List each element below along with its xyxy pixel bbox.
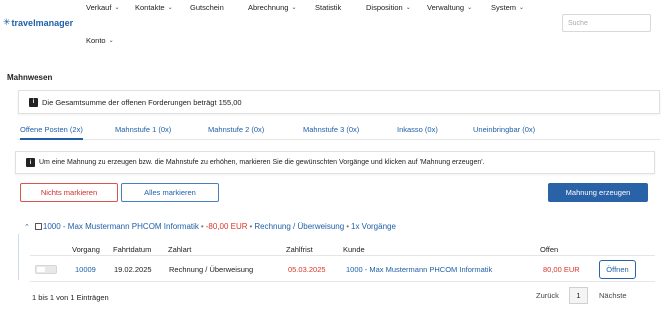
- column-header-zahlfrist: Zahlfrist: [286, 245, 313, 254]
- dunning-tabs: Offene Posten (2x) Mahnstufe 1 (0x) Mahn…: [18, 122, 660, 140]
- chevron-down-icon: ⌄: [467, 5, 473, 11]
- search-input[interactable]: [562, 14, 651, 32]
- nav-item-label: System: [491, 3, 517, 12]
- table-divider: [30, 281, 655, 282]
- total-info-text: Die Gesamtsumme der offenen Forderungen …: [42, 97, 242, 107]
- nav-item-label: Abrechnung: [248, 3, 289, 12]
- logo[interactable]: ✳ travelmanager: [3, 17, 73, 28]
- total-info-box: i Die Gesamtsumme der offenen Forderunge…: [18, 90, 660, 114]
- info-icon: i: [29, 97, 38, 107]
- toggle-knob: [37, 267, 45, 272]
- pagination-next[interactable]: Nächste: [599, 287, 627, 304]
- nav-item-abrechnung[interactable]: Abrechnung ⌄: [248, 3, 296, 12]
- logo-mark-icon: ✳: [3, 17, 11, 27]
- entries-count: 1 bis 1 von 1 Einträgen: [32, 293, 109, 302]
- nav-item-label: Kontakte: [135, 3, 165, 12]
- chevron-down-icon: ⌄: [167, 5, 173, 11]
- column-header-fahrtdatum: Fahrtdatum: [113, 245, 152, 254]
- nav-item-verkauf[interactable]: Verkauf ⌄: [86, 3, 119, 12]
- nav-item-verwaltung[interactable]: Verwaltung ⌄: [427, 3, 472, 12]
- chevron-down-icon: ⌄: [519, 5, 525, 11]
- group-indicator-line: [18, 234, 19, 280]
- deselect-all-button[interactable]: Nichts markieren: [20, 183, 118, 202]
- chevron-down-icon: ⌄: [405, 5, 411, 11]
- nav-item-label: Disposition: [366, 3, 403, 12]
- chevron-down-icon: ⌄: [114, 5, 120, 11]
- select-all-button[interactable]: Alles markieren: [121, 183, 219, 202]
- open-button[interactable]: Öffnen: [599, 260, 636, 279]
- column-header-offen: Offen: [540, 245, 559, 254]
- nav-item-label: Verkauf: [86, 3, 112, 12]
- main-navigation: Verkauf ⌄ Kontakte ⌄ Gutschein Abrechnung ⌄…: [86, 3, 566, 47]
- column-header-kunde: Kunde: [343, 245, 365, 254]
- separator: •: [200, 222, 204, 231]
- nav-item-label: Konto: [86, 36, 106, 45]
- nav-item-statistik[interactable]: Statistik: [315, 3, 341, 12]
- customer-group-header[interactable]: ⌃ 1000 - Max Mustermann PHCOM Informatik…: [24, 222, 396, 231]
- tab-offene-posten[interactable]: Offene Posten (2x): [20, 125, 83, 140]
- pagination-page-1[interactable]: 1: [569, 287, 588, 304]
- tab-mahnstufe-2[interactable]: Mahnstufe 2 (0x): [208, 125, 264, 140]
- info-icon: i: [26, 158, 35, 167]
- column-header-zahlart: Zahlart: [168, 245, 192, 254]
- table-divider: [30, 255, 655, 256]
- nav-item-system[interactable]: System ⌄: [491, 3, 524, 12]
- group-customer: 1000 - Max Mustermann PHCOM Informatik: [42, 222, 199, 231]
- row-zahlfrist: 05.03.2025: [288, 265, 326, 274]
- row-zahlart: Rechnung / Überweisung: [169, 265, 254, 274]
- nav-item-gutschein[interactable]: Gutschein: [190, 3, 224, 12]
- page-title: Mahnwesen: [7, 73, 53, 82]
- create-dunning-button[interactable]: Mahnung erzeugen: [548, 183, 648, 202]
- nav-item-label: Verwaltung: [427, 3, 465, 12]
- column-header-vorgang: Vorgang: [72, 245, 100, 254]
- nav-item-disposition[interactable]: Disposition ⌄: [366, 3, 411, 12]
- row-select-toggle[interactable]: [35, 265, 57, 274]
- row-vorgang-link[interactable]: 10009: [75, 265, 96, 274]
- nav-item-label: Statistik: [315, 3, 342, 12]
- instruction-text: Um eine Mahnung zu erzeugen bzw. die Mah…: [39, 159, 485, 166]
- group-payment: Rechnung / Überweisung: [254, 222, 345, 231]
- chevron-down-icon: ⌄: [108, 38, 114, 44]
- nav-item-konto[interactable]: Konto ⌄: [86, 36, 114, 45]
- row-offen: 80,00 EUR: [543, 265, 580, 274]
- pagination-previous[interactable]: Zurück: [536, 287, 559, 304]
- instruction-box: i Um eine Mahnung zu erzeugen bzw. die M…: [15, 151, 655, 174]
- tab-uneinbringbar[interactable]: Uneinbringbar (0x): [473, 125, 535, 140]
- row-kunde-link[interactable]: 1000 - Max Mustermann PHCOM Informatik: [346, 265, 492, 274]
- tab-mahnstufe-3[interactable]: Mahnstufe 3 (0x): [303, 125, 359, 140]
- nav-item-kontakte[interactable]: Kontakte ⌄: [135, 3, 173, 12]
- chevron-up-icon[interactable]: ⌃: [24, 223, 30, 231]
- tab-mahnstufe-1[interactable]: Mahnstufe 1 (0x): [115, 125, 171, 140]
- nav-item-label: Gutschein: [190, 3, 224, 12]
- separator: •: [249, 222, 253, 231]
- group-amount: -80,00 EUR: [205, 222, 248, 231]
- group-checkbox[interactable]: [34, 223, 42, 230]
- tab-inkasso[interactable]: Inkasso (0x): [397, 125, 438, 140]
- group-count: 1x Vorgänge: [351, 222, 396, 231]
- row-fahrtdatum: 19.02.2025: [114, 265, 152, 274]
- logo-text: travelmanager: [11, 17, 74, 28]
- separator: •: [346, 222, 349, 231]
- chevron-down-icon: ⌄: [291, 5, 297, 11]
